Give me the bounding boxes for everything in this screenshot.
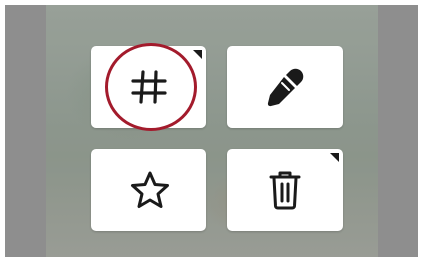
- left-dim-overlay: [5, 5, 46, 257]
- submenu-corner-indicator: [330, 153, 339, 162]
- star-outline-icon: [131, 171, 169, 208]
- selection-highlight-ring: [105, 43, 197, 131]
- delete-button[interactable]: [227, 149, 343, 231]
- background-photo: [5, 5, 418, 257]
- submenu-corner-indicator: [193, 50, 202, 59]
- favorite-button[interactable]: [91, 149, 206, 231]
- pen-button[interactable]: [227, 46, 343, 128]
- trash-icon: [269, 171, 301, 210]
- screen-frame: [0, 0, 425, 262]
- pen-icon: [267, 68, 304, 107]
- right-dim-overlay: [378, 5, 418, 257]
